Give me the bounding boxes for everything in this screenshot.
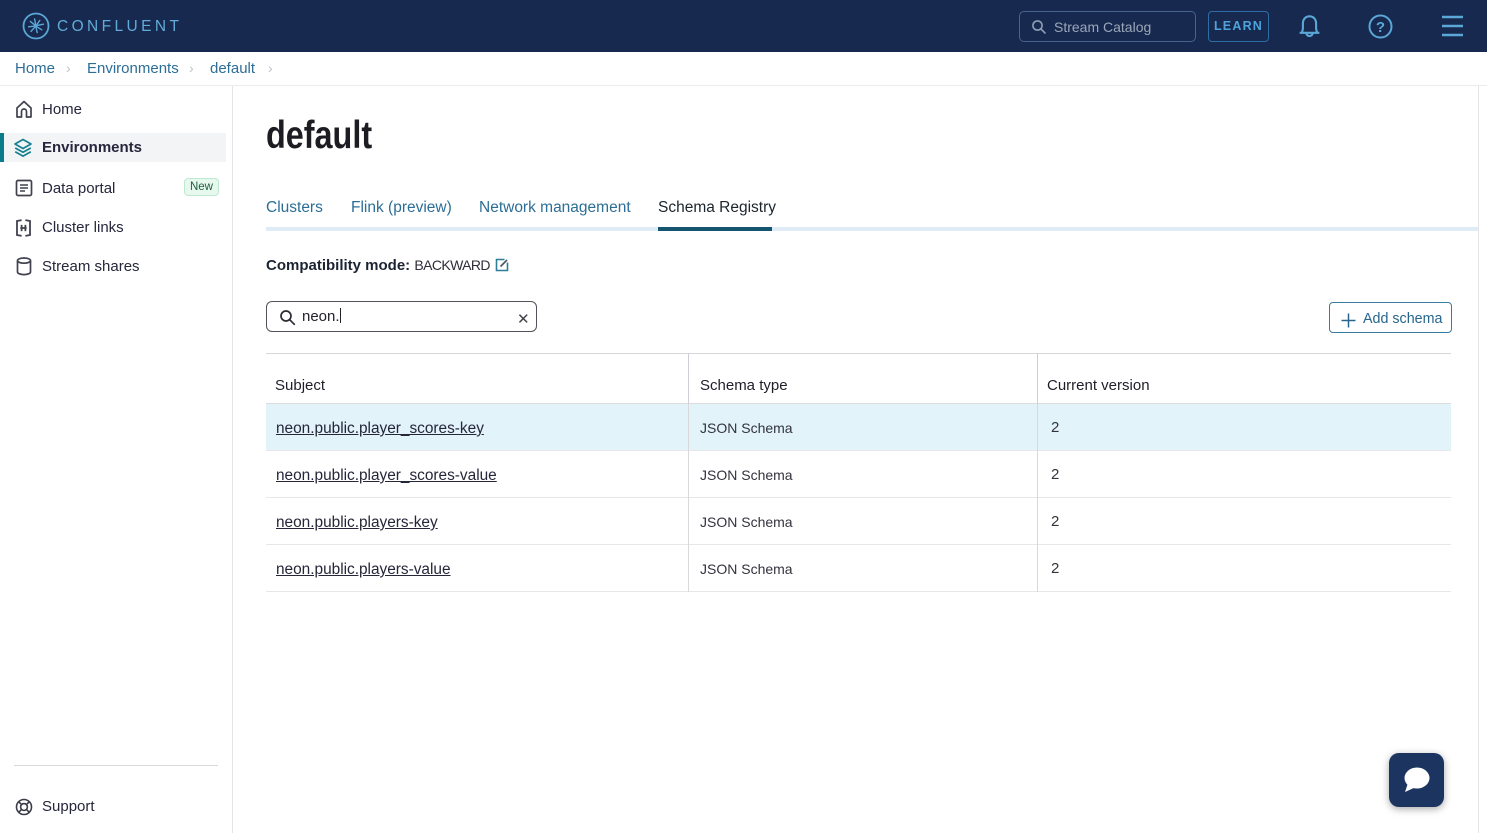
svg-text:?: ?: [1376, 19, 1385, 36]
